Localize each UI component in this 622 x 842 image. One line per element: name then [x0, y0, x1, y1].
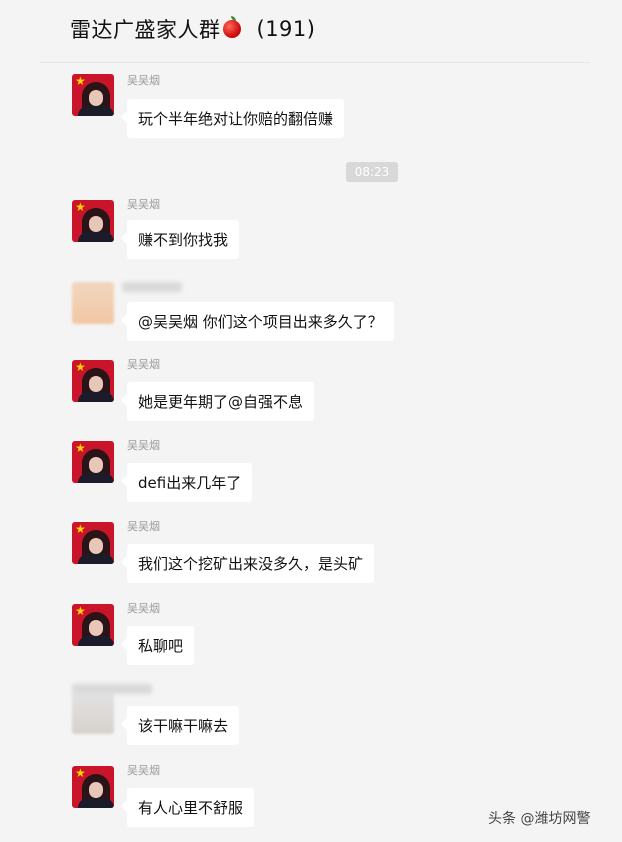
watermark: 头条 @潍坊网警 — [488, 811, 591, 827]
avatar[interactable] — [72, 692, 114, 734]
message-bubble[interactable]: 有人心里不舒服 — [120, 788, 255, 827]
group-title[interactable]: 雷达广盛家人群 (191) — [70, 14, 315, 44]
avatar[interactable]: ★ — [72, 74, 114, 116]
time-separator: 08:23 — [346, 162, 398, 182]
message-bubble[interactable]: 我们这个挖矿出来没多久，是头矿 — [120, 544, 375, 583]
sender-name: 吴吴烟 — [127, 358, 160, 371]
sender-name: 吴吴烟 — [127, 520, 160, 533]
header-divider — [40, 62, 590, 63]
avatar[interactable]: ★ — [72, 200, 114, 242]
sender-name-blurred — [72, 684, 152, 694]
avatar[interactable]: ★ — [72, 441, 114, 483]
avatar[interactable]: ★ — [72, 766, 114, 808]
member-count: (191) — [256, 17, 316, 41]
avatar[interactable]: ★ — [72, 522, 114, 564]
sender-name: 吴吴烟 — [127, 439, 160, 452]
message-bubble[interactable]: 该干嘛干嘛去 — [120, 706, 240, 745]
message-bubble[interactable]: 赚不到你找我 — [120, 220, 240, 259]
avatar[interactable] — [72, 282, 114, 324]
chat-header: 雷达广盛家人群 (191) — [0, 0, 622, 62]
message-bubble[interactable]: @吴吴烟 你们这个项目出来多久了？ — [121, 302, 394, 341]
message-bubble[interactable]: 私聊吧 — [120, 626, 195, 665]
message-bubble[interactable]: 玩个半年绝对让你赔的翻倍赚 — [120, 99, 345, 138]
group-name: 雷达广盛家人群 — [70, 18, 221, 42]
sender-name: 吴吴烟 — [127, 602, 160, 615]
apple-emoji-icon — [222, 16, 241, 38]
sender-name: 吴吴烟 — [127, 74, 160, 87]
sender-name: 吴吴烟 — [127, 764, 160, 777]
avatar[interactable]: ★ — [72, 360, 114, 402]
avatar[interactable]: ★ — [72, 604, 114, 646]
sender-name: 吴吴烟 — [127, 198, 160, 211]
message-bubble[interactable]: 她是更年期了@自强不息 — [120, 382, 315, 421]
sender-name-blurred — [122, 282, 182, 292]
message-bubble[interactable]: defi出来几年了 — [120, 463, 253, 502]
